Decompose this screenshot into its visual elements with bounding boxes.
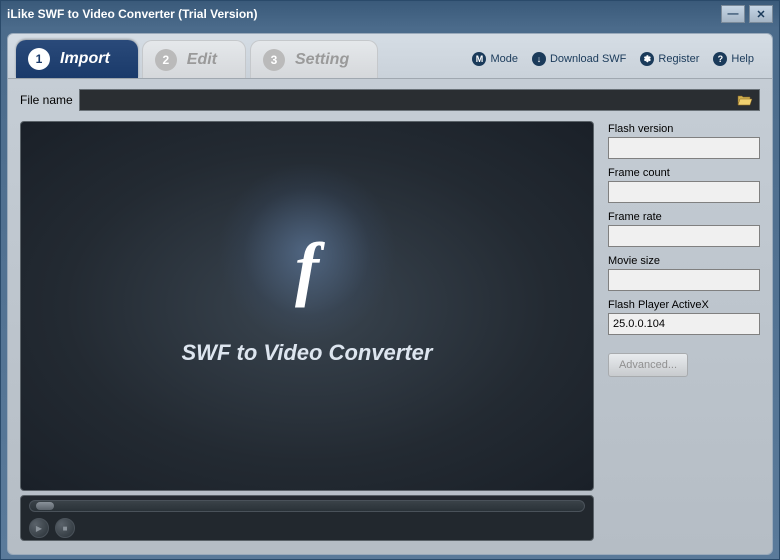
- frame-count-input[interactable]: [608, 181, 760, 203]
- titlebar: iLike SWF to Video Converter (Trial Vers…: [1, 1, 779, 27]
- tab-label: Edit: [187, 51, 217, 69]
- register-label: Register: [658, 53, 699, 65]
- tab-number-icon: 1: [28, 48, 50, 70]
- tab-setting[interactable]: 3 Setting: [250, 40, 378, 78]
- flash-activex-label: Flash Player ActiveX: [608, 299, 760, 311]
- minimize-button[interactable]: —: [721, 5, 745, 23]
- stop-button[interactable]: ■: [55, 518, 75, 538]
- flash-icon: f: [295, 227, 319, 310]
- close-button[interactable]: ✕: [749, 5, 773, 23]
- frame-count-field: Frame count: [608, 167, 760, 203]
- tab-edit[interactable]: 2 Edit: [142, 40, 246, 78]
- register-link[interactable]: ✽ Register: [640, 52, 699, 66]
- help-icon: ?: [713, 52, 727, 66]
- frame-rate-input[interactable]: [608, 225, 760, 247]
- frame-rate-label: Frame rate: [608, 211, 760, 223]
- flash-version-input[interactable]: [608, 137, 760, 159]
- mode-icon: M: [472, 52, 486, 66]
- tab-label: Setting: [295, 51, 349, 69]
- workspace: f SWF to Video Converter ▶ ■ Flash versi…: [20, 121, 760, 541]
- mode-link[interactable]: M Mode: [472, 52, 518, 66]
- tab-import[interactable]: 1 Import: [16, 40, 138, 78]
- help-label: Help: [731, 53, 754, 65]
- advanced-button[interactable]: Advanced...: [608, 353, 688, 377]
- player-bar: ▶ ■: [20, 495, 594, 541]
- toolbar-links: M Mode ↓ Download SWF ✽ Register ? Help: [472, 52, 764, 66]
- download-label: Download SWF: [550, 53, 626, 65]
- movie-size-label: Movie size: [608, 255, 760, 267]
- progress-handle[interactable]: [36, 502, 54, 510]
- preview-panel: f SWF to Video Converter: [20, 121, 594, 491]
- tab-number-icon: 2: [155, 49, 177, 71]
- frame-count-label: Frame count: [608, 167, 760, 179]
- mode-label: Mode: [490, 53, 518, 65]
- download-swf-link[interactable]: ↓ Download SWF: [532, 52, 626, 66]
- window-controls: — ✕: [721, 5, 773, 23]
- filename-row: File name: [20, 89, 760, 111]
- movie-size-input[interactable]: [608, 269, 760, 291]
- flash-activex-field: Flash Player ActiveX: [608, 299, 760, 335]
- preview-text: SWF to Video Converter: [182, 340, 433, 366]
- frame-rate-field: Frame rate: [608, 211, 760, 247]
- title-text: iLike SWF to Video Converter (Trial Vers…: [7, 7, 721, 21]
- main-area: File name f SWF to Video Converter: [8, 78, 772, 548]
- download-icon: ↓: [532, 52, 546, 66]
- flash-version-field: Flash version: [608, 123, 760, 159]
- help-link[interactable]: ? Help: [713, 52, 754, 66]
- filename-input[interactable]: [79, 89, 760, 111]
- content-wrap: 1 Import 2 Edit 3 Setting M Mode ↓ Downl…: [7, 33, 773, 555]
- flash-activex-input[interactable]: [608, 313, 760, 335]
- flash-version-label: Flash version: [608, 123, 760, 135]
- tab-number-icon: 3: [263, 49, 285, 71]
- player-controls: ▶ ■: [29, 518, 585, 538]
- browse-button[interactable]: [736, 91, 754, 109]
- tab-row: 1 Import 2 Edit 3 Setting M Mode ↓ Downl…: [8, 34, 772, 78]
- info-column: Flash version Frame count Frame rate Mov…: [608, 121, 760, 541]
- movie-size-field: Movie size: [608, 255, 760, 291]
- tab-label: Import: [60, 50, 110, 68]
- filename-label: File name: [20, 93, 73, 107]
- folder-open-icon: [737, 93, 753, 107]
- progress-track[interactable]: [29, 500, 585, 512]
- play-button[interactable]: ▶: [29, 518, 49, 538]
- register-icon: ✽: [640, 52, 654, 66]
- preview-column: f SWF to Video Converter ▶ ■: [20, 121, 594, 541]
